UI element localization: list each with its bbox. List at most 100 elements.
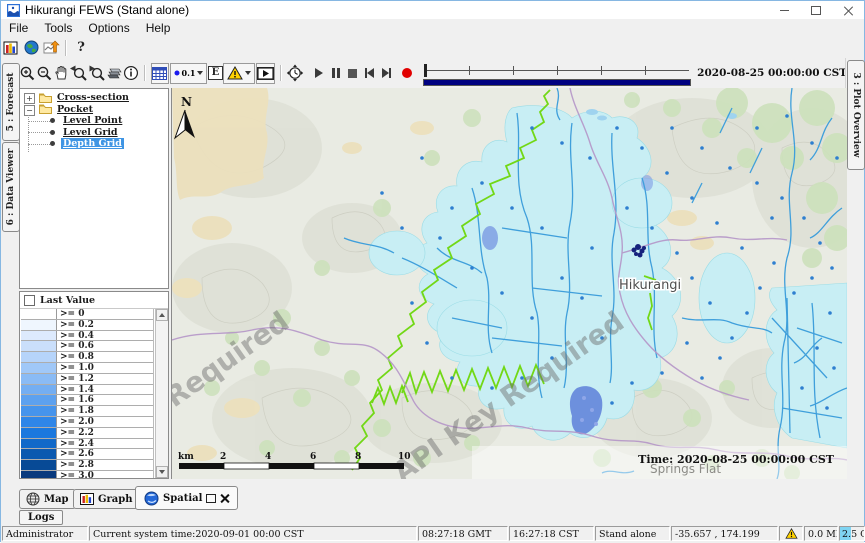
main-toolbar: ? (1, 37, 864, 59)
legend-label: >= 2.0 (57, 417, 153, 427)
help-button[interactable]: ? (71, 38, 91, 58)
scale-tick: 6 (310, 452, 316, 462)
menu-options[interactable]: Options (80, 21, 137, 35)
legend-label: >= 0.6 (57, 341, 153, 351)
toolbar-separator (144, 65, 146, 81)
warnings-dropdown[interactable] (223, 63, 255, 84)
go-to-start-button[interactable] (361, 63, 378, 83)
legend-row: >= 1.4 (21, 385, 153, 396)
tree-node-level-grid[interactable]: Level Grid (50, 127, 120, 139)
tree-label-selected[interactable]: Depth Grid (61, 138, 124, 149)
tree-connector (28, 121, 52, 122)
status-coordinates: -35.657 , 174.199 (671, 526, 778, 541)
time-slider-thumb[interactable] (424, 64, 427, 77)
animation-panel-button[interactable] (256, 63, 275, 84)
tab-spatial-active[interactable]: Spatial (135, 486, 238, 510)
pan-button[interactable] (53, 63, 70, 83)
scroll-down-arrow-icon[interactable] (156, 466, 168, 478)
logs-button[interactable]: Logs (19, 510, 63, 525)
zoom-out-button[interactable] (36, 63, 53, 83)
bullet-icon (50, 118, 55, 123)
last-value-checkbox[interactable] (24, 295, 35, 306)
close-button[interactable] (832, 1, 864, 19)
animation-clock-icon (286, 64, 304, 82)
tab-forecast-label: 5 : Forecast (6, 73, 16, 132)
zoom-out-icon (36, 65, 53, 82)
bullet-icon (50, 130, 55, 135)
tree-label[interactable]: Pocket (55, 104, 95, 115)
info-icon (123, 65, 139, 81)
toolbar-separator (280, 65, 282, 81)
toolbar-separator (65, 40, 67, 56)
legend-label: >= 2.8 (57, 460, 153, 470)
tab-forecast[interactable]: 5 : Forecast (2, 63, 20, 141)
question-icon: ? (77, 40, 85, 55)
folder-open-icon (39, 104, 52, 114)
animation-settings-button[interactable] (286, 63, 304, 83)
logs-panel-button[interactable] (1, 38, 21, 58)
legend-label: >= 2.4 (57, 439, 153, 449)
legend-scrollbar[interactable] (155, 309, 168, 478)
maximize-button[interactable] (800, 1, 832, 19)
map-display-button[interactable] (21, 38, 41, 58)
zoom-next-button[interactable] (88, 63, 106, 83)
status-warning-cell[interactable] (779, 526, 803, 541)
legend-row: >= 0.2 (21, 320, 153, 331)
layers-button[interactable] (106, 63, 123, 83)
contour-interval-dropdown[interactable]: 0.1 (170, 63, 208, 84)
status-memory-gauge: 2.5 GB (839, 526, 865, 541)
minimize-button[interactable] (768, 1, 800, 19)
tree-label[interactable]: Level Grid (61, 127, 120, 138)
play-icon (315, 68, 323, 78)
menu-tools[interactable]: Tools (36, 21, 80, 35)
tab-maximize-icon[interactable] (206, 494, 216, 503)
menu-file[interactable]: File (1, 21, 36, 35)
tree-label[interactable]: Cross-section (55, 92, 131, 103)
legend-row: >= 1.2 (21, 374, 153, 385)
application-window: Hikurangi FEWS (Stand alone) File Tools … (0, 0, 865, 542)
maximize-icon (811, 6, 821, 15)
globe-icon (24, 40, 39, 55)
tab-close-icon[interactable] (220, 494, 229, 503)
legend-row: >= 1.6 (21, 395, 153, 406)
status-local-time: 16:27:18 CST (509, 526, 594, 541)
tab-map[interactable]: Map (19, 489, 76, 509)
record-movie-button[interactable] (399, 63, 416, 83)
legend-swatch (21, 406, 57, 416)
pause-button[interactable] (327, 63, 344, 83)
zoom-previous-icon (70, 65, 88, 82)
tree-node-pocket[interactable]: − Pocket (20, 104, 95, 116)
grid-display-button[interactable] (151, 63, 169, 84)
timeseries-button[interactable] (41, 38, 61, 58)
legend-swatch (21, 374, 57, 384)
time-slider[interactable] (423, 62, 691, 84)
info-button[interactable] (123, 63, 140, 83)
tree-node-cross-section[interactable]: + Cross-section (20, 92, 131, 104)
stop-button[interactable] (344, 63, 361, 83)
legend-swatch (21, 309, 57, 319)
legend-label: >= 1.6 (57, 395, 153, 405)
legend-row: >= 0.4 (21, 331, 153, 342)
tree-node-level-point[interactable]: Level Point (50, 115, 124, 127)
map-canvas[interactable]: API Key Required API Key Required Hikura… (171, 88, 847, 479)
legend-toggle-button[interactable]: E (207, 64, 223, 83)
right-tab-strip: 3 : Plot Overview (845, 58, 864, 479)
legend-swatch (21, 352, 57, 362)
tab-data-viewer[interactable]: 6 : Data Viewer (2, 142, 20, 232)
zoom-in-button[interactable] (19, 63, 36, 83)
layer-tree-panel: + Cross-section − Pocket Level Point Lev… (19, 88, 169, 289)
tab-plot-overview[interactable]: 3 : Plot Overview (847, 60, 865, 170)
tab-graph[interactable]: Graph (73, 489, 140, 509)
tree-node-depth-grid-selected[interactable]: Depth Grid (50, 138, 124, 150)
status-gmt-time: 08:27:18 GMT (418, 526, 508, 541)
zoom-previous-button[interactable] (70, 63, 88, 83)
go-to-end-button[interactable] (378, 63, 395, 83)
menu-help[interactable]: Help (138, 21, 179, 35)
play-button[interactable] (310, 63, 327, 83)
contour-interval-value: 0.1 (182, 68, 196, 78)
warning-triangle-icon (227, 66, 243, 80)
legend-label: >= 0.4 (57, 331, 153, 341)
collapse-icon[interactable]: − (24, 105, 35, 116)
tree-label[interactable]: Level Point (61, 115, 124, 126)
scroll-up-arrow-icon[interactable] (156, 309, 168, 321)
